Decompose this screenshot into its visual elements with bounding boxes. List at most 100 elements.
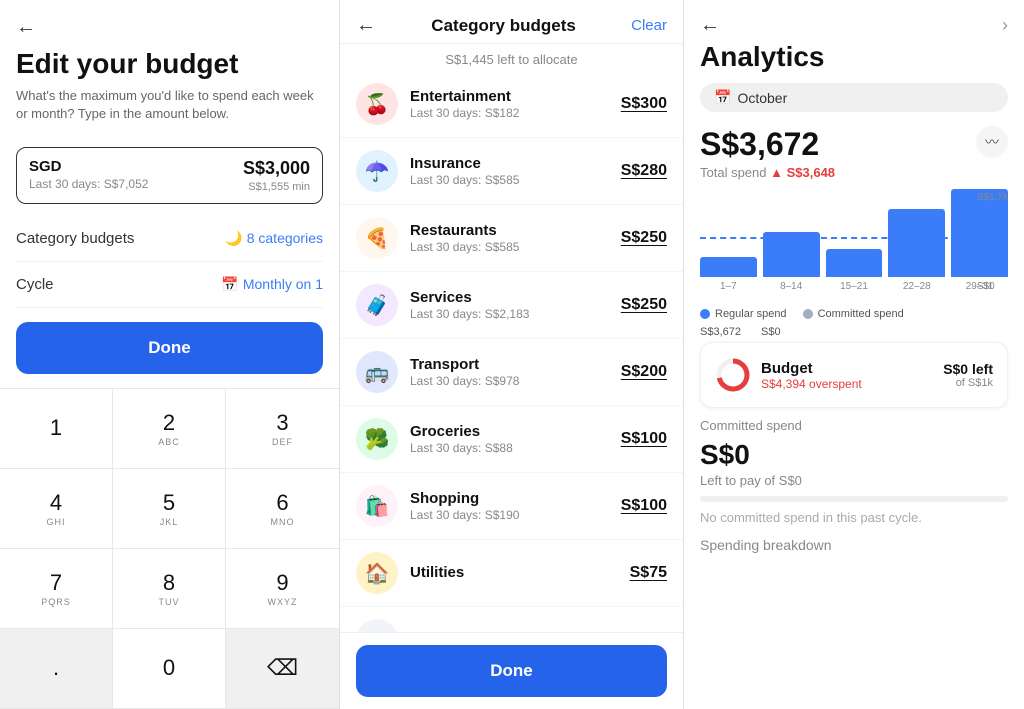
numpad: 1 2ABC 3DEF 4GHI 5JKL 6MNO 7PQRS 8TUV 9W…	[0, 388, 339, 709]
chart-legend: Regular spend Committed spend	[700, 308, 1008, 320]
back-button[interactable]: ←	[356, 14, 376, 37]
progress-bar-track	[700, 496, 1008, 502]
spend-chart: 1–7 8–14 15–21 22–28	[700, 192, 1008, 332]
back-button[interactable]: ←	[700, 14, 720, 37]
category-name: Entertainment	[410, 88, 621, 105]
bar-group-15-21: 15–21	[826, 249, 883, 292]
done-button[interactable]: Done	[16, 322, 323, 374]
budget-min: S$1,555 min	[243, 181, 310, 193]
category-name: Insurance	[410, 155, 621, 172]
back-button[interactable]: ←	[16, 16, 36, 39]
spending-breakdown-label: Spending breakdown	[700, 537, 1008, 561]
calendar-icon: 📅	[714, 89, 731, 106]
budget-input-box[interactable]: SGD Last 30 days: S$7,052 S$3,000 S$1,55…	[16, 147, 323, 204]
bar-29-31	[951, 189, 1008, 277]
category-budgets-panel: ← Category budgets Clear S$1,445 left to…	[340, 0, 684, 709]
committed-label: Committed spend	[700, 418, 1008, 433]
list-item[interactable]: 🚌 Transport Last 30 days: S$978 S$200	[340, 339, 683, 406]
list-item[interactable]: 🏠 Utilities S$75	[340, 540, 683, 607]
legend-label-committed: Committed spend	[818, 308, 904, 320]
category-name: Restaurants	[410, 222, 621, 239]
key-6[interactable]: 6MNO	[226, 469, 339, 549]
budget-amount: S$3,000	[243, 158, 310, 179]
category-last30: Last 30 days: S$88	[410, 441, 621, 455]
legend-label-regular: Regular spend	[715, 308, 787, 320]
chevron-right-icon[interactable]: ›	[1002, 15, 1008, 36]
category-name: Shopping	[410, 490, 621, 507]
category-amount[interactable]: S$200	[621, 363, 667, 381]
legend-amount-committed: S$0	[761, 326, 781, 338]
key-9[interactable]: 9WXYZ	[226, 549, 339, 629]
category-amount[interactable]: S$250	[621, 229, 667, 247]
key-4[interactable]: 4GHI	[0, 469, 113, 549]
category-icon: 🥦	[356, 418, 398, 460]
chart-toggle-button[interactable]: 〰	[976, 126, 1008, 158]
bar-group-1-7: 1–7	[700, 257, 757, 292]
category-amount[interactable]: S$300	[621, 95, 667, 113]
category-info: Transport Last 30 days: S$978	[410, 356, 621, 388]
legend-regular: Regular spend	[700, 308, 787, 320]
category-info: Utilities	[410, 564, 630, 582]
list-item[interactable]: 🍕 Restaurants Last 30 days: S$585 S$250	[340, 205, 683, 272]
category-last30: Last 30 days: S$978	[410, 374, 621, 388]
key-1[interactable]: 1	[0, 389, 113, 469]
budget-card-left: Budget S$4,394 overspent	[715, 357, 862, 393]
done-button[interactable]: Done	[356, 645, 667, 697]
category-list: 🍒 Entertainment Last 30 days: S$182 S$30…	[340, 71, 683, 632]
list-item[interactable]: 🍒 Entertainment Last 30 days: S$182 S$30…	[340, 71, 683, 138]
category-amount[interactable]: S$100	[621, 497, 667, 515]
clear-button[interactable]: Clear	[631, 17, 667, 34]
month-selector[interactable]: 📅 October	[700, 83, 1008, 112]
allocate-subtitle: S$1,445 left to allocate	[340, 44, 683, 71]
category-info: Groceries Last 30 days: S$88	[410, 423, 621, 455]
chart-bars: 1–7 8–14 15–21 22–28	[700, 192, 1008, 292]
list-item[interactable]: 🥦 Groceries Last 30 days: S$88 S$100	[340, 406, 683, 473]
page-subtitle: What's the maximum you'd like to spend e…	[16, 87, 323, 123]
key-backspace[interactable]: ⌫	[226, 629, 339, 709]
key-3[interactable]: 3DEF	[226, 389, 339, 469]
list-item[interactable]: ☂️ Insurance Last 30 days: S$585 S$280	[340, 138, 683, 205]
total-spend-label: Total spend ▲ S$3,648	[700, 165, 835, 180]
committed-amount: S$0	[700, 439, 1008, 471]
key-7[interactable]: 7PQRS	[0, 549, 113, 629]
key-2[interactable]: 2ABC	[113, 389, 226, 469]
category-last30: Last 30 days: S$585	[410, 240, 621, 254]
category-amount[interactable]: S$75	[630, 564, 667, 582]
cycle-row[interactable]: Cycle 📅Monthly on 1	[16, 262, 323, 308]
analytics-body: S$3,672 Total spend ▲ S$3,648 〰 1–7	[684, 126, 1024, 709]
spend-info: S$3,672 Total spend ▲ S$3,648	[700, 126, 835, 180]
budget-card-sub: S$4,394 overspent	[761, 377, 862, 391]
key-5[interactable]: 5JKL	[113, 469, 226, 549]
list-item[interactable]: 💵 Cash S$0	[340, 607, 683, 632]
key-dot[interactable]: .	[0, 629, 113, 709]
category-info: Restaurants Last 30 days: S$585	[410, 222, 621, 254]
committed-section: Committed spend S$0 Left to pay of S$0 N…	[700, 418, 1008, 525]
category-last30: Last 30 days: S$190	[410, 508, 621, 522]
key-0[interactable]: 0	[113, 629, 226, 709]
budget-card: Budget S$4,394 overspent S$0 left of S$1…	[700, 342, 1008, 408]
category-name: Utilities	[410, 564, 630, 581]
category-budgets-row[interactable]: Category budgets 🌙8 categories	[16, 216, 323, 262]
analytics-title: Analytics	[684, 41, 1024, 83]
category-budgets-value: 🌙8 categories	[225, 230, 323, 247]
budget-amount-col: S$3,000 S$1,555 min	[243, 158, 310, 193]
edit-budget-panel: ← Edit your budget What's the maximum yo…	[0, 0, 340, 709]
budget-of-label: of S$1k	[943, 377, 993, 389]
category-icon: 🧳	[356, 284, 398, 326]
budget-input-left: SGD Last 30 days: S$7,052	[29, 158, 148, 191]
bar-8-14	[763, 232, 820, 277]
panel2-title: Category budgets	[431, 16, 576, 36]
category-amount[interactable]: S$100	[621, 430, 667, 448]
panel1-settings-rows: Category budgets 🌙8 categories Cycle 📅Mo…	[16, 216, 323, 308]
category-amount[interactable]: S$250	[621, 296, 667, 314]
list-item[interactable]: 🛍️ Shopping Last 30 days: S$190 S$100	[340, 473, 683, 540]
panel2-header: ← Category budgets Clear	[340, 0, 683, 44]
category-icon: 💵	[356, 619, 398, 632]
category-amount[interactable]: S$280	[621, 162, 667, 180]
list-item[interactable]: 🧳 Services Last 30 days: S$2,183 S$250	[340, 272, 683, 339]
budget-card-label: Budget	[761, 360, 862, 377]
key-8[interactable]: 8TUV	[113, 549, 226, 629]
category-last30: Last 30 days: S$182	[410, 106, 621, 120]
category-icon: ☂️	[356, 150, 398, 192]
total-spend-amount: S$3,672	[700, 126, 835, 163]
